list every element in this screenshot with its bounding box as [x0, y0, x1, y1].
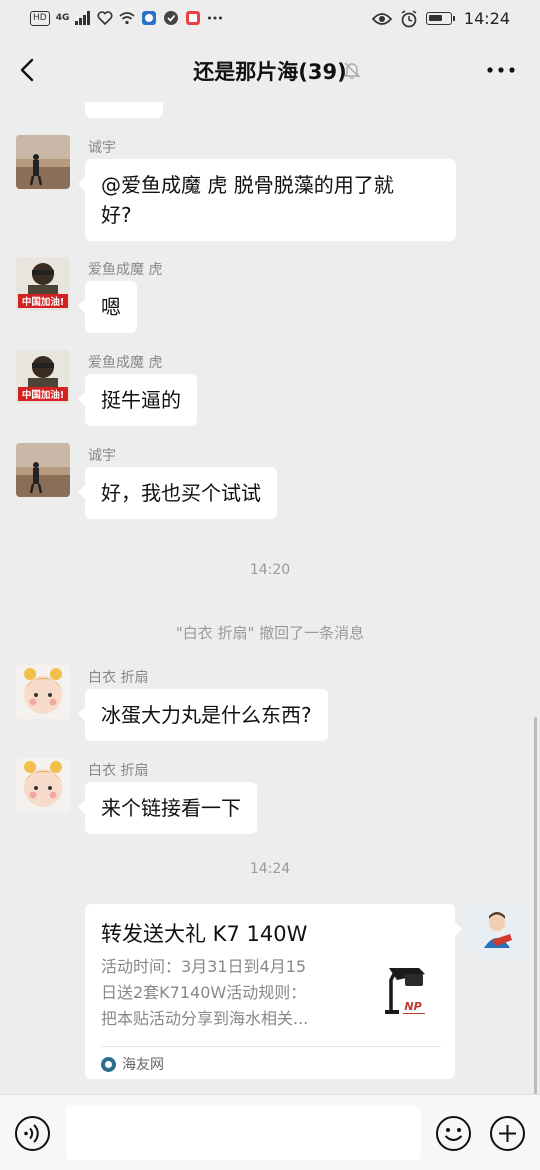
more-dots-icon: [208, 16, 223, 20]
message-input-bar: [0, 1094, 540, 1170]
previous-message-bubble-fragment: [85, 102, 163, 118]
link-card-source: 海友网: [101, 1054, 164, 1074]
source-logo-icon: [101, 1056, 116, 1072]
avatar-self[interactable]: [470, 904, 524, 958]
source-name: 海友网: [122, 1057, 164, 1073]
recall-notice: "白衣 折扇" 撤回了一条消息: [175, 624, 365, 642]
emoji-icon[interactable]: [435, 1115, 472, 1152]
sender-name: 诚宇: [88, 140, 116, 156]
heart-icon: [97, 11, 113, 25]
avatar-baiyi[interactable]: [16, 758, 70, 812]
message-bubble[interactable]: 挺牛逼的: [78, 374, 197, 426]
more-options-icon[interactable]: [486, 58, 516, 82]
link-card-thumbnail: NP: [375, 960, 435, 1026]
message-bubble[interactable]: 冰蛋大力丸是什么东西?: [78, 689, 328, 741]
wifi-icon: [119, 12, 135, 25]
shared-link-card[interactable]: 转发送大礼 K7 140W 活动时间：3月31日到4月15 日送2套K7140W…: [85, 904, 462, 1079]
network-label: 4G: [55, 13, 70, 23]
link-card-description: 活动时间：3月31日到4月15 日送2套K7140W活动规则： 把本贴活动分享到…: [101, 957, 309, 1028]
status-left: HD 4G: [30, 10, 223, 26]
scrollbar[interactable]: [534, 717, 537, 1094]
message-bubble[interactable]: 好，我也买个试试: [78, 467, 277, 519]
chat-title[interactable]: 还是那片海(39): [193, 60, 346, 84]
vpn-icon: [164, 11, 179, 25]
avatar-caption: 中国加油!: [22, 296, 64, 308]
message-bubble[interactable]: 嗯: [78, 281, 137, 333]
sender-name: 爱鱼成魔 虎: [88, 262, 163, 278]
avatar-baiyi[interactable]: [16, 665, 70, 719]
eye-icon: [371, 12, 392, 25]
thumbnail-brand: NP: [404, 1000, 421, 1013]
avatar-chengyu[interactable]: [16, 135, 70, 189]
status-right: 14:24: [371, 9, 510, 28]
status-time: 14:24: [463, 9, 510, 28]
avatar-aiyuchengmo[interactable]: 中国加油!: [16, 350, 70, 404]
sender-name: 白衣 折扇: [88, 763, 149, 779]
notification-icon: [186, 11, 201, 25]
sender-name: 白衣 折扇: [88, 670, 149, 686]
mute-bell-icon: [343, 62, 361, 79]
link-card-divider: [101, 1046, 441, 1047]
avatar-aiyuchengmo[interactable]: 中国加油!: [16, 257, 70, 311]
signal-icon: [75, 11, 91, 25]
sender-name: 爱鱼成魔 虎: [88, 355, 163, 371]
message-bubble[interactable]: @爱鱼成魔 虎 脱骨脱藻的用了就 好?: [78, 159, 456, 241]
alarm-icon: [401, 9, 417, 27]
avatar-caption: 中国加油!: [22, 389, 64, 401]
hd-badge: HD: [30, 10, 50, 26]
time-label: 14:24: [249, 861, 291, 877]
voice-input-icon[interactable]: [14, 1115, 51, 1152]
link-card-title: 转发送大礼 K7 140W: [101, 922, 308, 946]
plus-more-icon[interactable]: [489, 1115, 526, 1152]
message-bubble[interactable]: 来个链接看一下: [78, 782, 257, 834]
sender-name: 诚宇: [88, 448, 116, 464]
battery-icon: [425, 12, 455, 25]
chat-header: 还是那片海(39): [0, 38, 540, 102]
status-bar: HD 4G 14:24: [0, 0, 540, 38]
app-icon: [142, 11, 157, 25]
chat-message-list[interactable]: 诚宇 @爱鱼成魔 虎 脱骨脱藻的用了就 好? 中国加油! 爱鱼成魔 虎 嗯 中国…: [0, 102, 540, 1094]
message-text-input[interactable]: [66, 1106, 421, 1160]
time-label: 14:20: [249, 562, 291, 578]
avatar-chengyu[interactable]: [16, 443, 70, 497]
